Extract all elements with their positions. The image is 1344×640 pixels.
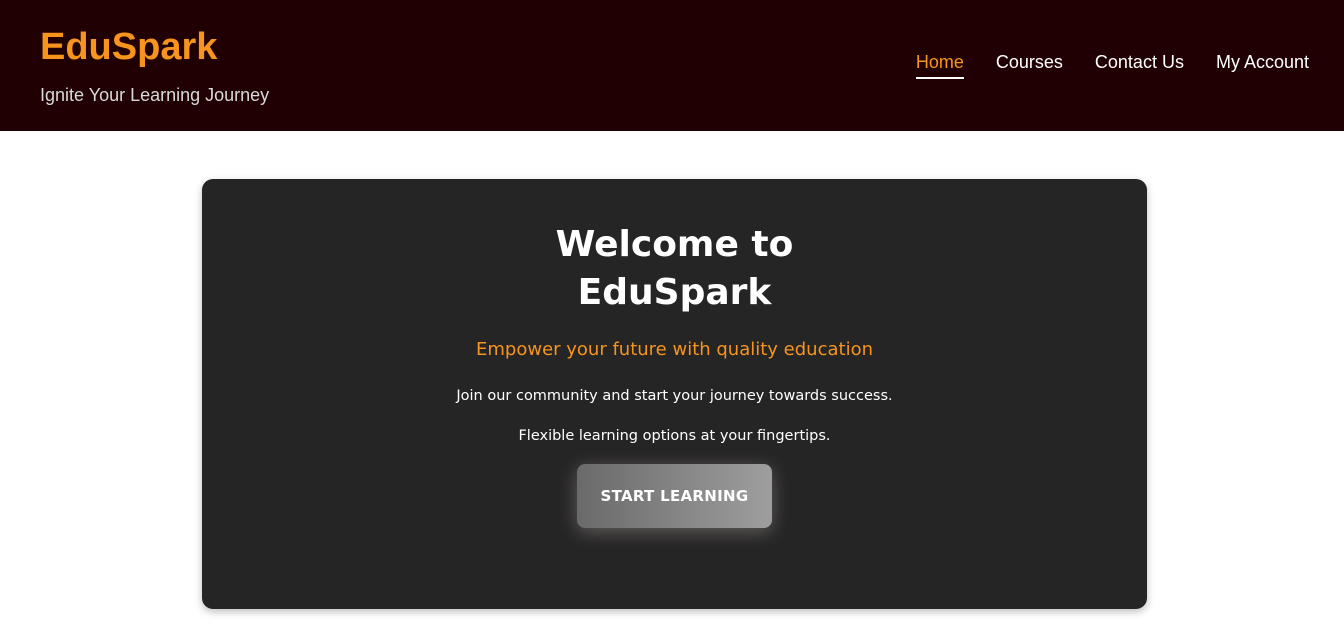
brand-logo-text[interactable]: EduSpark: [40, 22, 217, 72]
hero-title-line1: Welcome to: [555, 224, 794, 265]
nav-link-home[interactable]: Home: [915, 50, 964, 79]
hero-title: Welcome to EduSpark: [545, 221, 805, 317]
brand-tagline: Ignite Your Learning Journey: [40, 85, 270, 105]
main-nav: Home Courses Contact Us My Account: [915, 50, 1309, 79]
hero-description-2: Flexible learning options at your finger…: [518, 428, 831, 444]
hero-description-1: Join our community and start your journe…: [456, 388, 893, 404]
nav-link-contact-us[interactable]: Contact Us: [1095, 50, 1184, 77]
hero-subtitle: Empower your future with quality educati…: [476, 339, 873, 360]
nav-link-my-account[interactable]: My Account: [1216, 50, 1309, 77]
site-header: EduSpark Ignite Your Learning Journey Ho…: [0, 0, 1344, 131]
nav-link-courses[interactable]: Courses: [996, 50, 1063, 77]
start-learning-button[interactable]: START LEARNING: [577, 464, 772, 528]
hero-card: Welcome to EduSpark Empower your future …: [202, 179, 1147, 609]
hero-title-line2: EduSpark: [577, 272, 772, 313]
